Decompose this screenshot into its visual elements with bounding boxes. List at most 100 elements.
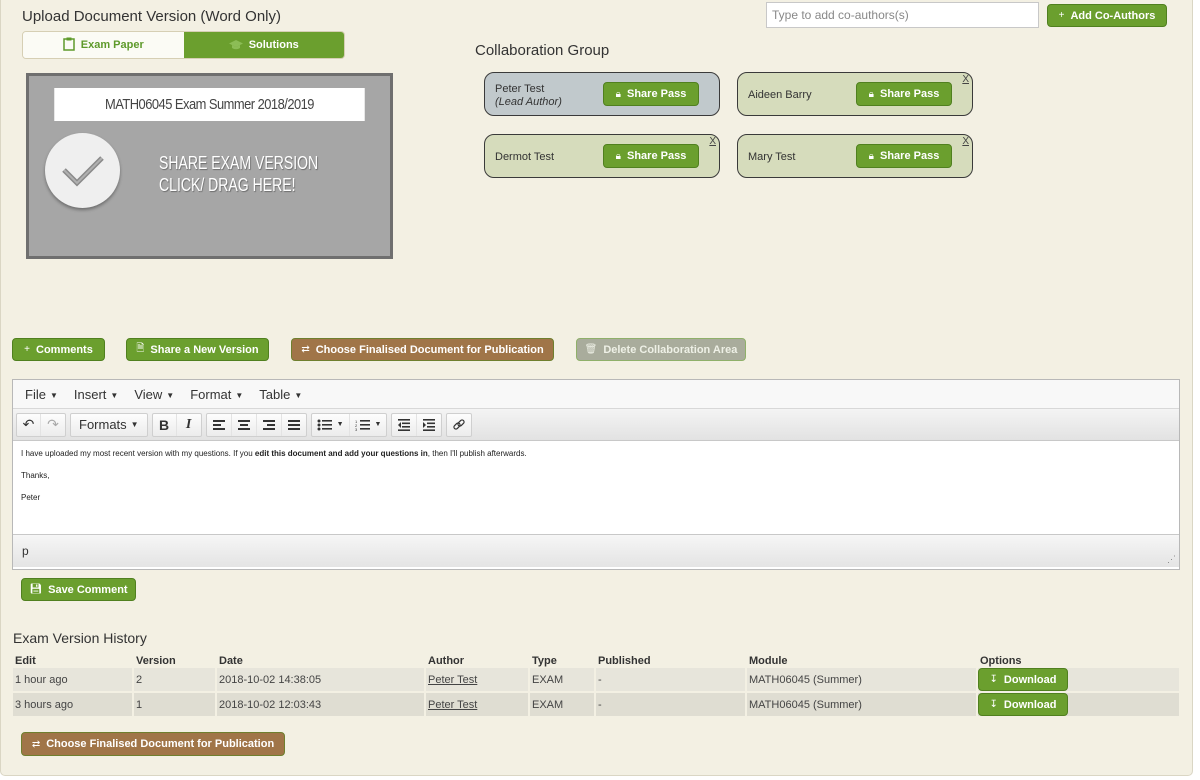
share-pass-button[interactable]: 🔒︎ Share Pass	[856, 82, 952, 106]
italic-button[interactable]: I	[177, 414, 201, 436]
content-paragraph-2: Thanks,	[21, 471, 50, 480]
member-name: Aideen Barry	[748, 89, 812, 101]
element-path[interactable]: p	[22, 544, 29, 558]
share-pass-button[interactable]: 🔒︎ Share Pass	[603, 82, 699, 106]
clipboard-icon	[63, 37, 75, 54]
column-header: Module	[749, 654, 788, 667]
editor-toolbar: ↶ ↷ Formats ▼ B I ▼ 1 2 3 ▼	[13, 409, 1179, 441]
upload-title: Upload Document Version (Word Only)	[22, 8, 281, 25]
menu-table[interactable]: Table ▼	[259, 387, 302, 402]
share-pass-button[interactable]: 🔒︎ Share Pass	[603, 144, 699, 168]
align-group	[205, 412, 307, 437]
collaboration-group-title: Collaboration Group	[475, 42, 610, 59]
member-name: Peter Test (Lead Author)	[495, 83, 562, 109]
outdent-icon	[398, 418, 411, 431]
remove-member-button[interactable]: X	[709, 136, 716, 147]
caret-down-icon: ▼	[166, 390, 175, 400]
coauthor-search-input[interactable]	[766, 2, 1039, 28]
numbered-list-button[interactable]: 123 ▼	[350, 414, 387, 436]
align-justify-button[interactable]	[282, 414, 306, 436]
lock-icon: 🔒︎	[615, 150, 621, 162]
type-solutions[interactable]: Solutions	[183, 32, 344, 58]
bullet-list-button[interactable]: ▼	[312, 413, 350, 436]
add-coauthors-button[interactable]: + Add Co-Authors	[1047, 4, 1167, 27]
dropzone-line-1: SHARE EXAM VERSION	[159, 153, 319, 173]
cell-date: 2018-10-02 12:03:43	[217, 693, 426, 718]
editor-content[interactable]: I have uploaded my most recent version w…	[13, 441, 1179, 534]
dropzone-message: SHARE EXAM VERSION CLICK/ DRAG HERE!	[159, 152, 318, 196]
comments-button[interactable]: + Comments	[12, 338, 105, 361]
add-coauthors-label: Add Co-Authors	[1070, 9, 1156, 22]
numbered-list-icon: 123	[355, 419, 370, 431]
align-left-button[interactable]	[207, 413, 232, 436]
type-solutions-label: Solutions	[248, 39, 299, 51]
member-role: (Lead Author)	[495, 96, 562, 108]
style-group: B I	[151, 412, 202, 437]
table-row: 1 hour ago 2 2018-10-02 14:38:05 Peter T…	[13, 668, 1179, 693]
outdent-button[interactable]	[392, 413, 418, 436]
align-center-button[interactable]	[232, 413, 257, 436]
lock-icon: 🔒︎	[868, 150, 874, 162]
cell-module: MATH06045 (Summer)	[747, 693, 978, 718]
bold-button[interactable]: B	[153, 413, 177, 436]
list-group: ▼ 123 ▼	[310, 412, 388, 437]
undo-button[interactable]: ↶	[17, 413, 41, 436]
member-card-dermot-test: Dermot Test 🔒︎ Share Pass X	[484, 134, 720, 178]
align-right-icon	[262, 419, 275, 430]
cell-published: -	[596, 693, 747, 718]
menu-file[interactable]: File ▼	[25, 387, 58, 402]
save-comment-button[interactable]: 💾︎ Save Comment	[21, 578, 136, 601]
content-paragraph-3: Peter	[21, 493, 41, 502]
file-icon: 🗎︎	[136, 343, 145, 354]
italic-icon: I	[185, 416, 192, 432]
share-pass-button[interactable]: 🔒︎ Share Pass	[856, 144, 952, 168]
cell-author: Peter Test	[426, 693, 530, 718]
lock-icon: 🔒︎	[868, 88, 874, 100]
type-exam-paper[interactable]: Exam Paper	[23, 32, 184, 58]
formats-dropdown[interactable]: Formats ▼	[71, 414, 147, 436]
share-pass-label: Share Pass	[627, 150, 687, 162]
menu-insert[interactable]: Insert ▼	[74, 387, 118, 402]
menu-view[interactable]: View ▼	[134, 387, 174, 402]
delete-collaboration-area-button[interactable]: 🗑︎ Delete Collaboration Area	[576, 338, 746, 361]
caret-down-icon: ▼	[110, 390, 119, 400]
history-choose-finalised-label: Choose Finalised Document for Publicatio…	[46, 738, 275, 750]
align-justify-icon	[287, 419, 300, 430]
indent-button[interactable]	[417, 414, 441, 436]
caret-down-icon: ▼	[294, 390, 303, 400]
align-right-button[interactable]	[257, 413, 282, 436]
share-new-version-button[interactable]: 🗎︎ Share a New Version	[126, 338, 269, 361]
remove-member-button[interactable]: X	[962, 74, 969, 85]
type-exam-paper-label: Exam Paper	[80, 39, 144, 51]
history-group: ↶ ↷	[16, 412, 66, 437]
swap-arrows-icon: ⇄	[301, 344, 310, 355]
undo-icon: ↶	[22, 416, 35, 432]
redo-button[interactable]: ↷	[41, 414, 65, 436]
column-header: Type	[532, 654, 557, 667]
save-comment-label: Save Comment	[48, 583, 128, 596]
share-pass-label: Share Pass	[880, 150, 940, 162]
author-link[interactable]: Peter Test	[428, 674, 477, 686]
bold-icon: B	[159, 416, 170, 433]
author-link[interactable]: Peter Test	[428, 699, 477, 711]
resize-handle-icon[interactable]: ⋰	[1167, 554, 1176, 565]
caret-down-icon: ▼	[374, 421, 382, 428]
upload-dropzone[interactable]: MATH06045 Exam Summer 2018/2019 SHARE EX…	[26, 73, 393, 259]
trash-icon: 🗑︎	[584, 344, 598, 355]
download-icon: ↧	[989, 699, 998, 710]
menu-view-label: View	[134, 386, 163, 402]
caret-down-icon: ▼	[235, 390, 244, 400]
graduation-cap-icon	[228, 38, 243, 53]
column-header: Published	[598, 654, 651, 667]
menu-format[interactable]: Format ▼	[190, 387, 243, 402]
download-button[interactable]: ↧ Download	[978, 693, 1068, 716]
cell-edit: 1 hour ago	[13, 668, 134, 693]
download-button[interactable]: ↧ Download	[978, 668, 1068, 691]
redo-icon: ↷	[47, 416, 59, 432]
share-new-version-label: Share a New Version	[150, 343, 259, 356]
remove-member-button[interactable]: X	[962, 136, 969, 147]
choose-finalised-button[interactable]: ⇄ Choose Finalised Document for Publicat…	[291, 338, 554, 361]
history-choose-finalised-button[interactable]: ⇄ Choose Finalised Document for Publicat…	[21, 732, 285, 756]
member-card-aideen-barry: Aideen Barry 🔒︎ Share Pass X	[737, 72, 973, 116]
insert-link-button[interactable]	[447, 414, 471, 436]
